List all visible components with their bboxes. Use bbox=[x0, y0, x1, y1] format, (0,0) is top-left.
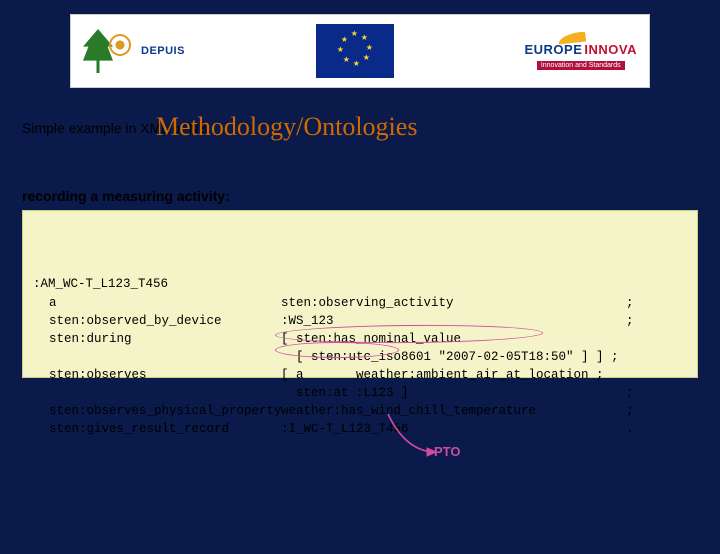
innova-innova-text: INNOVA bbox=[584, 42, 637, 57]
title-row: Simple example in XML or N3 Methodology/… bbox=[22, 116, 698, 150]
code-left: sten:observes bbox=[33, 366, 281, 384]
code-line: asten:observing_activity ; bbox=[33, 294, 687, 312]
tree-icon bbox=[83, 29, 113, 73]
code-left: sten:observes_physical_property bbox=[33, 402, 281, 420]
slide-big-title: Methodology/Ontologies bbox=[156, 112, 417, 142]
code-right: weather:has_wind_chill_temperature ; bbox=[281, 402, 687, 420]
code-line: sten:observes[ a weather:ambient_air_at_… bbox=[33, 366, 687, 384]
code-line: sten:gives_result_record:I_WC-T_L123_T45… bbox=[33, 420, 687, 438]
innova-europe-text: EUROPE bbox=[524, 42, 582, 57]
code-right: sten:observing_activity ; bbox=[281, 294, 687, 312]
code-block: :AM_WC-T_L123_T456asten:observing_activi… bbox=[22, 210, 698, 378]
highlight-oval-icon bbox=[275, 342, 399, 358]
gear-icon bbox=[111, 36, 129, 54]
code-left: sten:gives_result_record bbox=[33, 420, 281, 438]
depuis-logo-text: DEPUIS bbox=[141, 45, 185, 57]
code-right: sten:at :L123 ] ; bbox=[281, 384, 687, 402]
code-right: :I_WC-T_L123_T456 . bbox=[281, 420, 687, 438]
code-line: sten:observes_physical_propertyweather:h… bbox=[33, 402, 687, 420]
code-left: sten:during bbox=[33, 330, 281, 348]
code-left bbox=[33, 348, 281, 366]
eu-flag-icon: ★ ★ ★ ★ ★ ★ ★ ★ bbox=[316, 24, 394, 78]
code-right: [ a weather:ambient_air_at_location ; bbox=[281, 366, 687, 384]
code-left: sten:observed_by_device bbox=[33, 312, 281, 330]
europe-innova-logo: EUROPE INNOVA Innovation and Standards bbox=[524, 32, 637, 70]
code-line: :AM_WC-T_L123_T456 bbox=[33, 275, 687, 293]
pto-label: PTO bbox=[434, 444, 461, 459]
code-left: a bbox=[33, 294, 281, 312]
logo-header: DEPUIS ★ ★ ★ ★ ★ ★ ★ ★ EUROPE INNOVA Inn… bbox=[70, 14, 650, 88]
code-right bbox=[281, 275, 687, 293]
code-left bbox=[33, 384, 281, 402]
code-line: sten:at :L123 ] ; bbox=[33, 384, 687, 402]
subheading: recording a measuring activity: bbox=[22, 188, 698, 204]
depuis-logo: DEPUIS bbox=[83, 29, 185, 73]
code-left: :AM_WC-T_L123_T456 bbox=[33, 275, 281, 293]
innova-tagline: Innovation and Standards bbox=[537, 61, 625, 70]
